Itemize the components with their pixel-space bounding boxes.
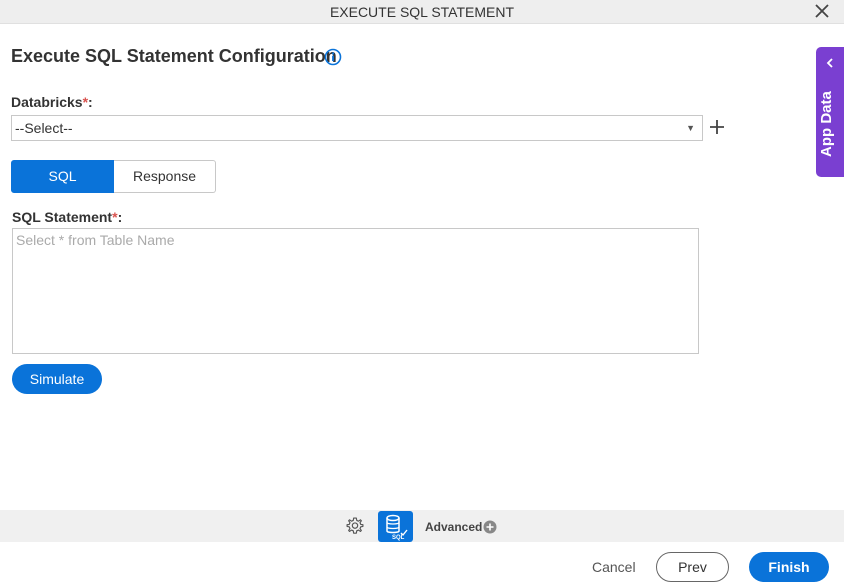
databricks-label: Databricks*: <box>11 94 93 110</box>
advanced-link[interactable]: Advanced <box>425 520 482 534</box>
footer-toolbar <box>0 510 844 542</box>
finish-button[interactable]: Finish <box>749 552 829 582</box>
tab-response[interactable]: Response <box>114 160 216 193</box>
page-title: Execute SQL Statement Configuration <box>11 46 337 66</box>
sql-statement-label-colon: : <box>117 209 123 225</box>
sql-database-icon[interactable]: SQL <box>378 511 413 542</box>
chevron-left-icon <box>826 58 833 68</box>
cancel-button[interactable]: Cancel <box>592 559 636 575</box>
databricks-select[interactable]: --Select-- ▼ <box>11 115 703 141</box>
close-icon[interactable] <box>814 3 830 19</box>
tab-sql[interactable]: SQL <box>11 160 114 193</box>
databricks-label-text: Databricks <box>11 94 83 110</box>
dropdown-arrow-icon: ▼ <box>686 123 695 133</box>
dialog-titlebar: EXECUTE SQL STATEMENT <box>0 0 844 24</box>
dialog-title: EXECUTE SQL STATEMENT <box>329 4 515 20</box>
app-data-panel-tab[interactable]: App Data <box>816 47 844 177</box>
tab-group: SQL Response <box>11 160 216 193</box>
database-icon: SQL <box>386 514 408 541</box>
sql-statement-label: SQL Statement*: <box>12 209 122 225</box>
prev-button[interactable]: Prev <box>656 552 729 582</box>
gear-icon[interactable] <box>345 516 365 536</box>
databricks-select-value: --Select-- <box>15 120 73 136</box>
sql-statement-label-text: SQL Statement <box>12 209 113 225</box>
databricks-label-colon: : <box>88 94 93 110</box>
simulate-button[interactable]: Simulate <box>12 364 102 394</box>
sql-badge-text: SQL <box>392 535 405 541</box>
app-data-label: App Data <box>818 91 835 157</box>
info-icon[interactable] <box>324 48 342 66</box>
plus-circle-icon[interactable] <box>483 520 497 534</box>
add-databricks-icon[interactable] <box>709 119 725 135</box>
sql-statement-input[interactable]: Select * from Table Name <box>12 228 699 354</box>
